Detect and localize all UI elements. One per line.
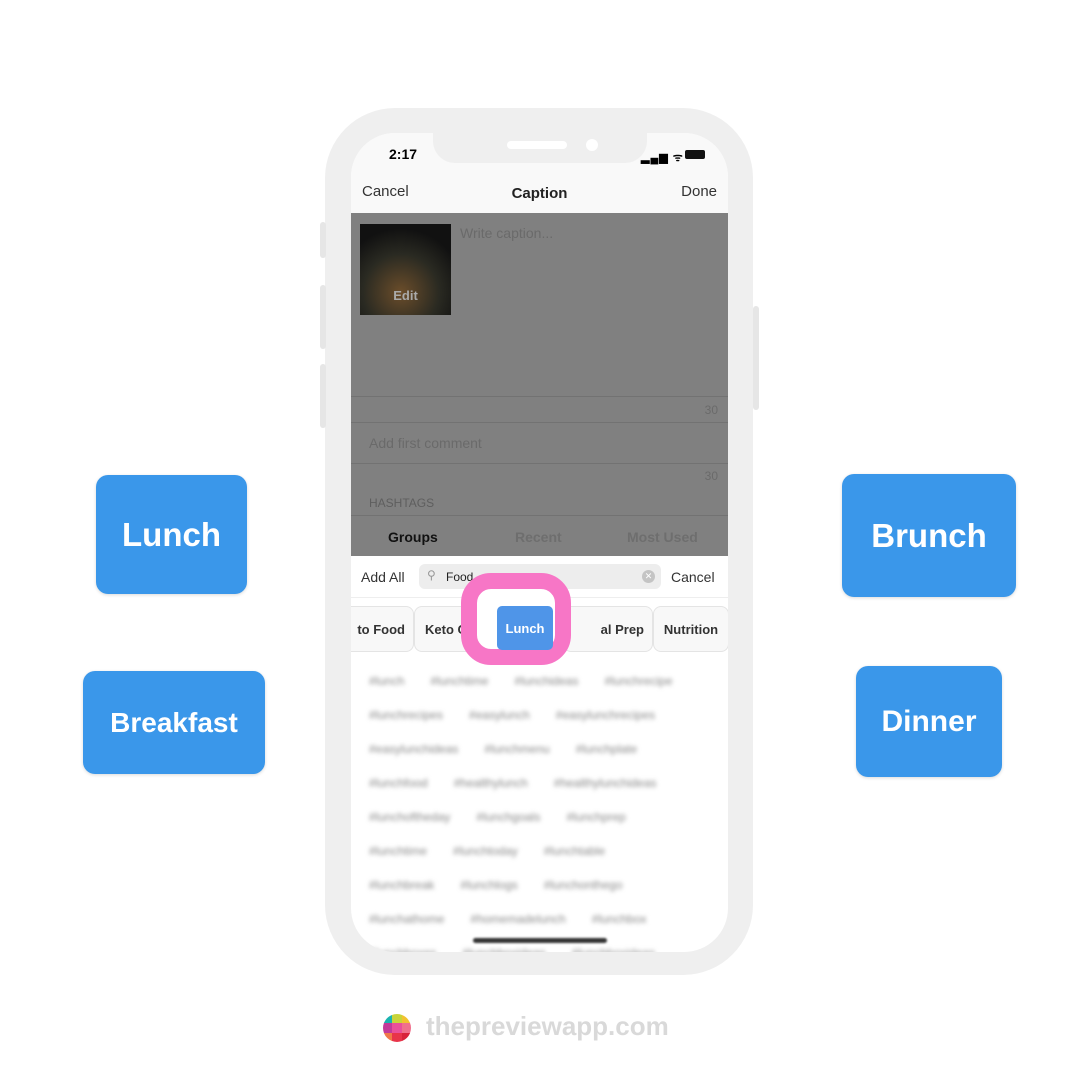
notch bbox=[433, 133, 647, 163]
hashtag[interactable]: #lunchbox bbox=[592, 912, 647, 926]
hashtag-row[interactable]: #lunchoftheday #lunchgoals #lunchprep bbox=[369, 810, 652, 824]
hashtag[interactable]: #easylunch bbox=[469, 708, 530, 722]
hashtag[interactable]: #lunchtable bbox=[544, 844, 605, 858]
hashtag[interactable]: #lunchprep bbox=[566, 810, 625, 824]
status-time: 2:17 bbox=[389, 146, 418, 162]
status-icons: ▂▄▆ ᯤ bbox=[641, 152, 684, 164]
hashtag-row[interactable]: #lunchrecipes #easylunch #easylunchrecipes bbox=[369, 708, 681, 722]
hashtag-row[interactable]: #easylunchideas #lunchmenu #lunchplate bbox=[369, 742, 663, 756]
tab-recent[interactable]: Recent bbox=[515, 529, 562, 545]
hashtag[interactable]: #homemadelunch bbox=[470, 912, 565, 926]
breakfast-label: Breakfast bbox=[83, 671, 265, 774]
hashtag-row[interactable]: #lunchathome #homemadelunch #lunchbox bbox=[369, 912, 673, 926]
search-icon: ⚲ bbox=[427, 568, 436, 582]
phone-button bbox=[320, 364, 326, 428]
hashtag[interactable]: #lunchgoals bbox=[476, 810, 540, 824]
hashtag[interactable]: #lunchboxideas bbox=[462, 946, 545, 952]
hashtag[interactable]: #healthylunchideas bbox=[554, 776, 657, 790]
hashtag-row[interactable]: #lunchfood #healthylunch #healthylunchidea… bbox=[369, 776, 683, 790]
preview-logo-icon bbox=[383, 1014, 411, 1042]
brunch-label: Brunch bbox=[842, 474, 1016, 597]
page-title: Caption bbox=[511, 185, 568, 202]
group-chip[interactable]: Nutrition bbox=[653, 606, 728, 652]
lunch-label: Lunch bbox=[96, 475, 247, 594]
hashtag[interactable]: #lunchlogs bbox=[460, 878, 517, 892]
edit-label[interactable]: Edit bbox=[360, 288, 451, 303]
add-all-button[interactable]: Add All bbox=[361, 569, 405, 585]
phone-screen: 2:17 ▂▄▆ ᯤ Cancel Caption Done Edit Writ… bbox=[351, 133, 728, 952]
group-chip[interactable]: al Prep bbox=[563, 606, 653, 652]
phone-button bbox=[753, 306, 759, 410]
hashtag-row[interactable]: #lunchboxes #lunchboxideas #lunchboxideas bbox=[369, 946, 681, 952]
hashtag[interactable]: #lunchonthego bbox=[544, 878, 623, 892]
phone-button bbox=[320, 285, 326, 349]
hashtag[interactable]: #lunchrecipes bbox=[369, 708, 443, 722]
hashtag[interactable]: #lunchideas bbox=[514, 674, 578, 688]
hashtag-row[interactable]: #lunchtime #lunchtoday #lunchtable bbox=[369, 844, 631, 858]
hashtag[interactable]: #lunchplate bbox=[576, 742, 637, 756]
hashtag[interactable]: #easylunchrecipes bbox=[556, 708, 655, 722]
footer-site: thepreviewapp.com bbox=[426, 1011, 669, 1041]
hashtag[interactable]: #lunchbreak bbox=[369, 878, 434, 892]
hashtag-row[interactable]: #lunch #lunchtime #lunchideas #lunchrecipe bbox=[369, 674, 699, 688]
dimmed-overlay: Edit Write caption... 30 Add first comme… bbox=[351, 213, 728, 556]
hashtag[interactable]: #lunchoftheday bbox=[369, 810, 450, 824]
phone-button bbox=[320, 222, 326, 258]
comment-count: 30 bbox=[704, 469, 718, 483]
tab-groups[interactable]: Groups bbox=[388, 529, 438, 545]
hashtags-header: HASHTAGS bbox=[369, 496, 435, 510]
hashtag[interactable]: #lunchtoday bbox=[453, 844, 518, 858]
clear-icon[interactable]: ✕ bbox=[642, 570, 655, 583]
hashtag[interactable]: #lunchfood bbox=[369, 776, 428, 790]
tab-most-used[interactable]: Most Used bbox=[627, 529, 698, 545]
home-indicator bbox=[473, 938, 607, 943]
hashtag[interactable]: #healthylunch bbox=[454, 776, 528, 790]
hashtag-row[interactable]: #lunchbreak #lunchlogs #lunchonthego bbox=[369, 878, 649, 892]
hashtag[interactable]: #lunchtime bbox=[430, 674, 488, 688]
hashtag[interactable]: #easylunchideas bbox=[369, 742, 458, 756]
caption-input[interactable]: Write caption... bbox=[460, 225, 553, 241]
hashtag[interactable]: #lunchtime bbox=[369, 844, 427, 858]
battery-icon bbox=[685, 150, 705, 159]
search-cancel-button[interactable]: Cancel bbox=[671, 569, 715, 585]
caption-count: 30 bbox=[704, 403, 718, 417]
post-thumbnail[interactable]: Edit bbox=[360, 224, 451, 315]
hashtag[interactable]: #lunch bbox=[369, 674, 404, 688]
hashtag[interactable]: #lunchboxes bbox=[369, 946, 436, 952]
hashtag[interactable]: #lunchmenu bbox=[484, 742, 549, 756]
comment-input[interactable]: Add first comment bbox=[369, 435, 482, 451]
group-chip[interactable]: to Food bbox=[351, 606, 414, 652]
dinner-label: Dinner bbox=[856, 666, 1002, 777]
done-button[interactable]: Done bbox=[681, 183, 717, 200]
group-chip-selected[interactable]: Lunch bbox=[497, 606, 553, 650]
hashtag[interactable]: #lunchathome bbox=[369, 912, 444, 926]
hashtag[interactable]: #lunchrecipe bbox=[604, 674, 672, 688]
hashtag[interactable]: #lunchboxideas bbox=[572, 946, 655, 952]
